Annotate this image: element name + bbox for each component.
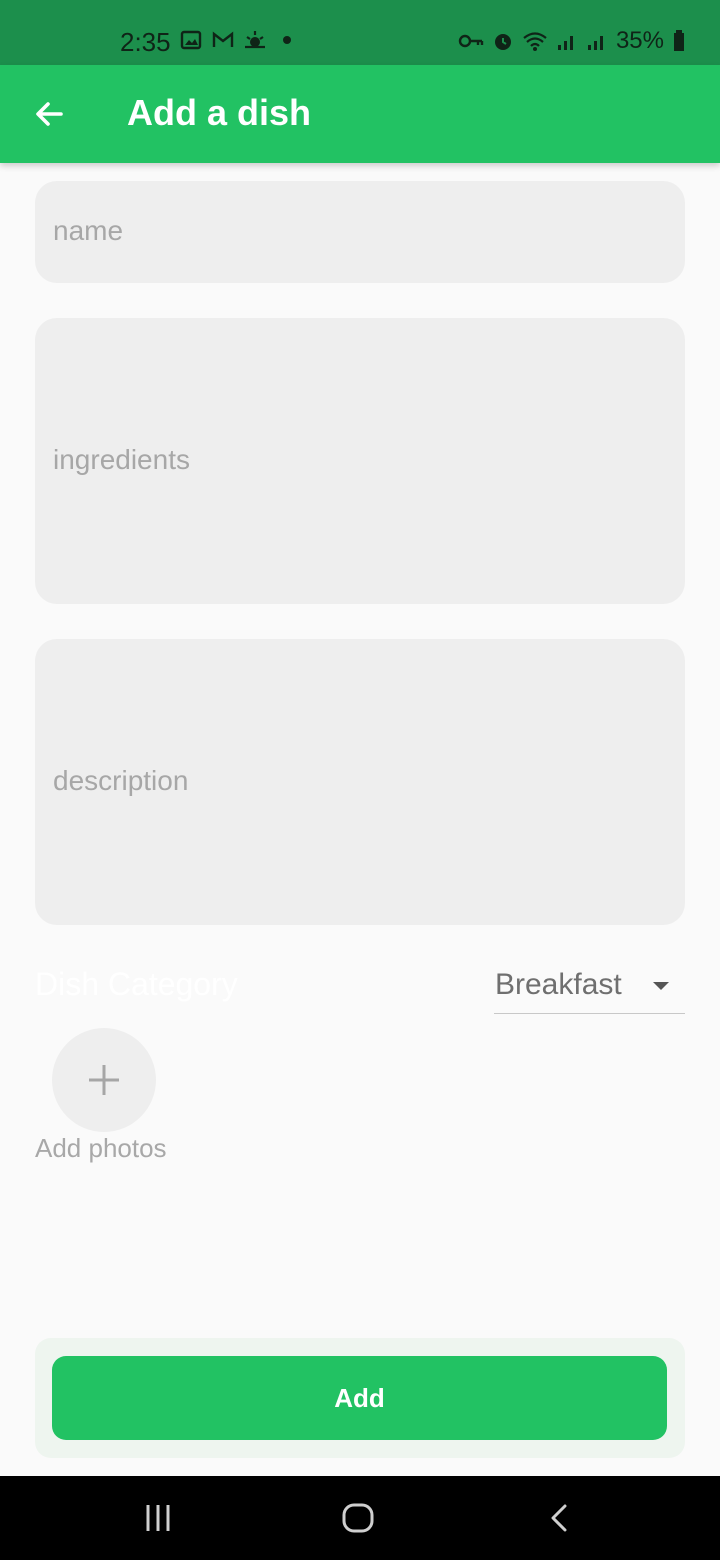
gmail-icon bbox=[212, 31, 234, 47]
signal-icon bbox=[557, 36, 573, 50]
add-button[interactable]: Add bbox=[52, 1356, 667, 1440]
system-back-button[interactable] bbox=[540, 1498, 580, 1538]
name-input[interactable]: name bbox=[35, 181, 685, 283]
description-input[interactable]: description bbox=[35, 639, 685, 925]
home-icon bbox=[342, 1503, 374, 1533]
bottom-action-panel: Add bbox=[35, 1338, 685, 1458]
category-dropdown[interactable]: Breakfast bbox=[494, 956, 685, 1014]
arrow-left-icon bbox=[36, 102, 63, 126]
status-time: 2:35 bbox=[120, 27, 171, 57]
weather-icon bbox=[245, 31, 265, 49]
recents-icon bbox=[146, 1505, 170, 1531]
category-selected-value: Breakfast bbox=[495, 968, 622, 1001]
status-left-icons bbox=[180, 29, 298, 51]
ingredients-placeholder: ingredients bbox=[53, 444, 190, 475]
description-placeholder: description bbox=[53, 765, 189, 796]
image-icon bbox=[180, 30, 202, 50]
signal-icon bbox=[587, 36, 603, 50]
add-photo-button[interactable] bbox=[52, 1028, 156, 1132]
dish-category-label: Dish Category bbox=[35, 966, 238, 1002]
chevron-left-icon bbox=[551, 1504, 567, 1532]
add-photos-label: Add photos bbox=[35, 1133, 167, 1163]
status-right-icons: 35% bbox=[458, 27, 686, 55]
plus-icon bbox=[89, 1065, 119, 1095]
alarm-icon bbox=[494, 34, 511, 50]
back-button[interactable] bbox=[24, 89, 74, 139]
app-bar: Add a dish bbox=[0, 65, 720, 163]
battery-percent: 35% bbox=[615, 27, 664, 54]
home-button[interactable] bbox=[338, 1498, 378, 1538]
system-nav-bar bbox=[0, 1476, 720, 1560]
status-bar: 2:35 35% bbox=[0, 0, 720, 65]
battery-icon bbox=[674, 30, 684, 51]
page-title: Add a dish bbox=[127, 92, 312, 133]
name-placeholder: name bbox=[53, 215, 124, 246]
caret-down-icon bbox=[653, 982, 669, 990]
dot-icon bbox=[283, 36, 291, 44]
recent-apps-button[interactable] bbox=[138, 1498, 178, 1538]
wifi-icon bbox=[523, 32, 547, 51]
key-icon bbox=[458, 34, 484, 48]
ingredients-input[interactable]: ingredients bbox=[35, 318, 685, 604]
